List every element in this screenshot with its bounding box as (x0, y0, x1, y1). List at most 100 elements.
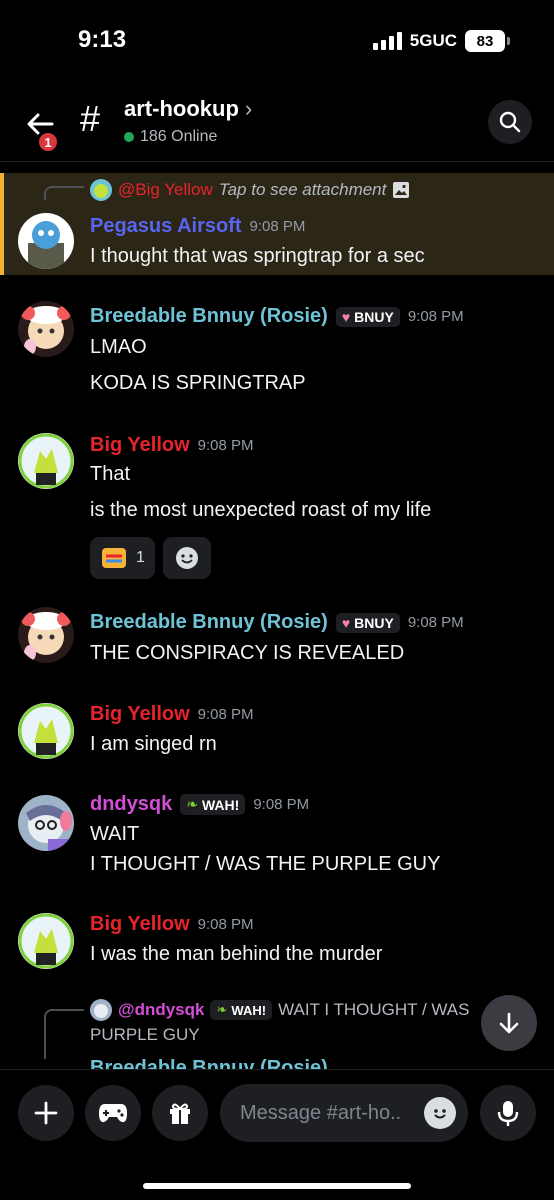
microphone-icon (497, 1101, 519, 1126)
message-item[interactable]: Breedable Bnnuy (Rosie) ♥ BNUY 9:08 PM LM… (0, 291, 554, 403)
message-text: THE CONSPIRACY IS REVEALED (90, 642, 405, 664)
message-item[interactable]: Big Yellow 9:08 PM I was the man behind … (0, 903, 554, 973)
leaf-icon: ❧ (186, 796, 198, 812)
home-indicator (143, 1183, 411, 1189)
reply-text: WAIT I THOUGHT / WAS (278, 1000, 470, 1019)
chevron-right-icon: › (244, 96, 253, 121)
message-item[interactable]: @dndysqk ❧ WAH! WAIT I THOUGHT / WAS PURP… (0, 995, 554, 1069)
status-time: 9:13 (78, 26, 127, 53)
tag-label: WAH! (201, 796, 240, 813)
add-button[interactable] (18, 1085, 74, 1141)
username[interactable]: Big Yellow (90, 913, 190, 936)
timestamp: 9:08 PM (197, 706, 254, 723)
status-bar: 9:13 5GUC 83 (0, 0, 554, 80)
message-text: I was the man behind the murder (90, 943, 383, 965)
avatar[interactable] (18, 433, 74, 489)
username[interactable]: Big Yellow (90, 703, 190, 726)
battery-tip (507, 37, 510, 45)
online-dot (124, 132, 134, 142)
heart-icon: ♥ (341, 614, 351, 631)
message-item[interactable]: Big Yellow 9:08 PM That is the most unex… (0, 425, 554, 585)
username[interactable]: Breedable Bnnuy (Rosie) (90, 611, 328, 634)
reply-mention: @dndysqk (118, 1000, 205, 1019)
avatar[interactable] (18, 795, 74, 851)
leaf-icon: ❧ (216, 1002, 228, 1017)
channel-title: art-hookup (124, 96, 239, 121)
message-text: I thought that was springtrap for a sec (90, 245, 425, 267)
message-item[interactable]: Big Yellow 9:08 PM I am singed rn (0, 693, 554, 765)
hash-icon: # (80, 98, 101, 139)
timestamp: 9:08 PM (407, 614, 464, 631)
timestamp: 9:08 PM (253, 796, 310, 813)
emoji-icon (434, 1109, 446, 1119)
message-text: I am singed rn (90, 733, 217, 755)
role-tag[interactable]: ♥ BNUY (335, 612, 400, 633)
reply-avatar (90, 179, 112, 201)
avatar[interactable] (18, 913, 74, 969)
search-icon (499, 111, 521, 133)
reply-mention: @Big Yellow (118, 180, 213, 199)
avatar[interactable] (18, 301, 74, 357)
message-header: Breedable Bnnuy (Rosie) ♥ BNUY 9:08 PM (90, 305, 464, 328)
avatar[interactable] (18, 213, 74, 269)
gift-button[interactable] (152, 1085, 208, 1141)
scroll-down-icon (499, 1012, 519, 1034)
message-header: Big Yellow 9:08 PM (90, 913, 254, 936)
timestamp: 9:08 PM (197, 916, 254, 933)
role-tag[interactable]: ❧ WAH! (180, 794, 246, 815)
timestamp: 9:08 PM (197, 437, 254, 454)
username[interactable]: Breedable Bnnuy (Rosie) (90, 1057, 328, 1069)
reply-preview-continued: PURPLE GUY (90, 1025, 200, 1045)
message-text: That (90, 463, 131, 485)
reaction-chip[interactable]: 1 (90, 537, 155, 579)
gamepad-icon (99, 1104, 127, 1123)
username[interactable]: Breedable Bnnuy (Rosie) (90, 305, 328, 328)
voice-button[interactable] (480, 1085, 536, 1141)
tag-label: BNUY (354, 308, 394, 325)
status-right: 5GUC 83 (372, 30, 510, 52)
reply-avatar (90, 999, 112, 1021)
tag-label: WAH! (231, 1002, 267, 1018)
message-text: WAIT (90, 823, 140, 845)
battery-icon: 83 (465, 30, 505, 52)
tag-label: BNUY (354, 614, 394, 631)
avatar[interactable] (18, 703, 74, 759)
message-header: Pegasus Airsoft 9:08 PM (90, 215, 305, 238)
message-input[interactable]: Message #art-ho.. (220, 1084, 468, 1142)
emoji-button[interactable] (424, 1097, 456, 1129)
reply-preview[interactable]: @Big Yellow Tap to see attachment (90, 179, 410, 201)
reply-role-tag: ❧ WAH! (210, 1000, 273, 1020)
role-tag[interactable]: ♥ BNUY (335, 306, 400, 327)
back-button[interactable]: 1 (22, 104, 62, 154)
username[interactable]: dndysqk (90, 793, 172, 816)
message-text: I THOUGHT / WAS THE PURPLE GUY (90, 853, 441, 875)
message-item[interactable]: dndysqk ❧ WAH! 9:08 PM WAIT I THOUGHT / W… (0, 783, 554, 885)
message-item[interactable]: @Big Yellow Tap to see attachment Pegasu… (0, 173, 554, 275)
message-text: LMAO (90, 336, 147, 358)
timestamp: 9:08 PM (407, 308, 464, 325)
heart-icon: ♥ (341, 308, 351, 325)
message-item[interactable]: Breedable Bnnuy (Rosie) ♥ BNUY 9:08 PM TH… (0, 601, 554, 677)
reply-text-2: PURPLE GUY (90, 1025, 200, 1044)
image-icon (393, 182, 410, 198)
gift-icon (170, 1103, 190, 1124)
online-count: 186 Online (124, 128, 217, 146)
online-label: 186 Online (140, 128, 218, 145)
unread-badge: 1 (36, 130, 60, 154)
avatar[interactable] (18, 607, 74, 663)
channel-name[interactable]: art-hookup › (124, 96, 252, 122)
username[interactable]: Pegasus Airsoft (90, 215, 242, 238)
add-reaction-button[interactable] (162, 537, 211, 579)
message-text: KODA IS SPRINGTRAP (90, 372, 306, 394)
message-header: dndysqk ❧ WAH! 9:08 PM (90, 793, 309, 816)
reply-connector (44, 186, 84, 200)
reply-preview[interactable]: @dndysqk ❧ WAH! WAIT I THOUGHT / WAS (90, 999, 469, 1021)
network-label: 5GUC (409, 31, 457, 50)
message-text: is the most unexpected roast of my life (90, 499, 432, 521)
username[interactable]: Big Yellow (90, 434, 190, 457)
message-placeholder: Message #art-ho.. (240, 1102, 402, 1124)
message-feed[interactable]: @Big Yellow Tap to see attachment Pegasu… (0, 163, 554, 1069)
scroll-down-button[interactable] (481, 995, 537, 1051)
search-button[interactable] (488, 100, 532, 144)
activities-button[interactable] (85, 1085, 141, 1141)
